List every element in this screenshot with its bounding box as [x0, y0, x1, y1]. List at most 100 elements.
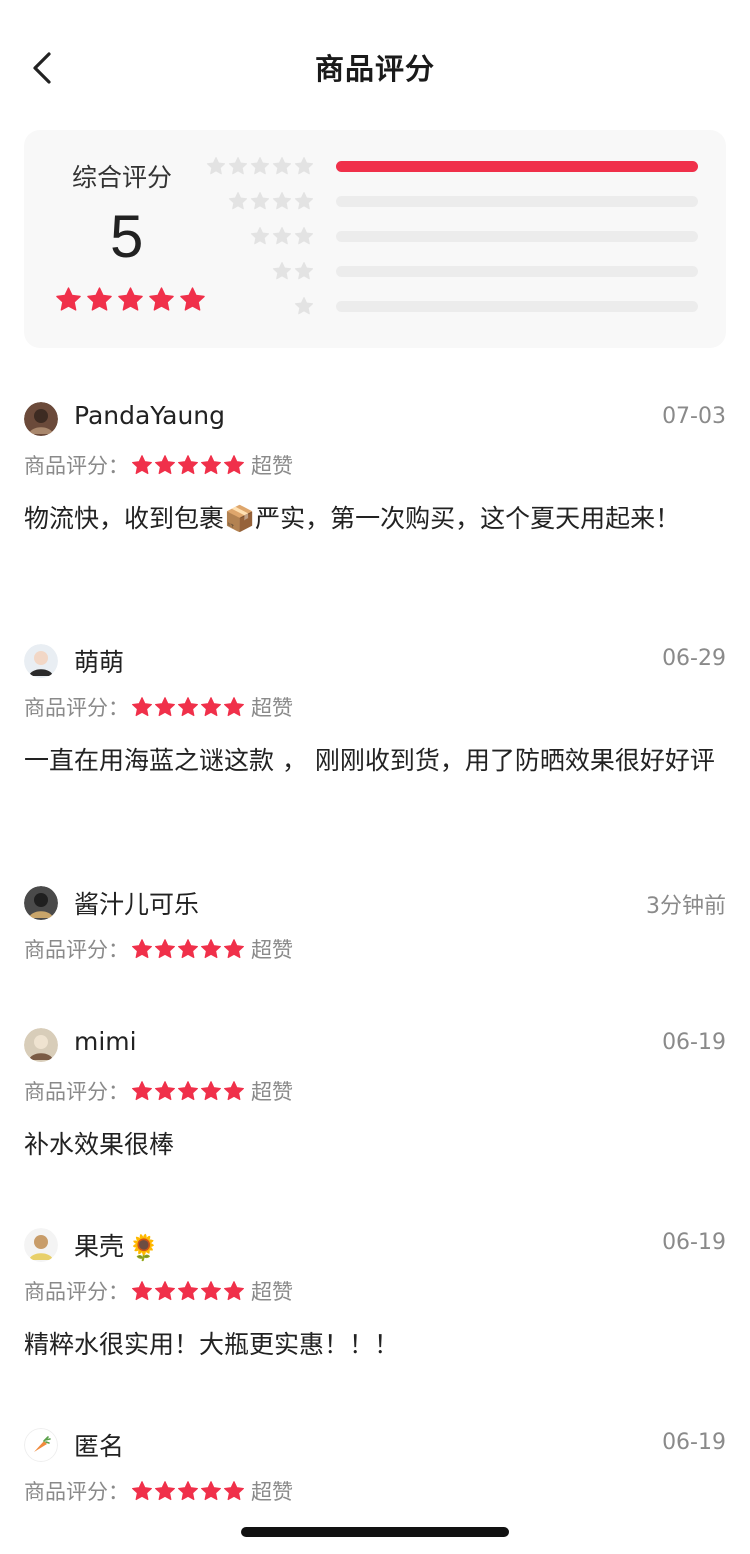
- overall-rating-label: 综合评分: [72, 163, 173, 192]
- star-icon: [272, 262, 292, 280]
- username-text: 匿名: [74, 1432, 125, 1461]
- review-text: 物流快，收到包裹📦严实，第一次购买，这个夏天用起来！: [24, 504, 681, 533]
- username[interactable]: PandaYaung: [74, 401, 225, 430]
- rating-word: 超赞: [251, 1280, 293, 1304]
- rating-label: 商品评分：: [24, 1080, 129, 1104]
- avatar[interactable]: [24, 1028, 58, 1062]
- star-icon: [132, 455, 152, 475]
- review-date: 06-29: [662, 646, 726, 671]
- star-icon: [155, 939, 175, 959]
- distribution-row-5-star: [204, 156, 704, 180]
- star-icon: [155, 697, 175, 717]
- review-rating: 商品评分： 超赞: [24, 1276, 293, 1306]
- star-icon: [201, 939, 221, 959]
- review-stars: [131, 696, 245, 718]
- rating-word: 超赞: [251, 938, 293, 962]
- avatar[interactable]: [24, 402, 58, 436]
- username[interactable]: 酱汁儿可乐: [74, 885, 199, 921]
- avatar[interactable]: [24, 1428, 58, 1462]
- star-icon: [272, 227, 292, 245]
- star-icon: [132, 1081, 152, 1101]
- star-icon: [201, 1081, 221, 1101]
- star-icon: [178, 1481, 198, 1501]
- review-stars: [131, 938, 245, 960]
- review-text: 精粹水很实用！大瓶更实惠！！！: [24, 1330, 400, 1359]
- star-icon: [180, 287, 205, 311]
- username[interactable]: 萌萌: [74, 643, 124, 679]
- rating-label: 商品评分：: [24, 454, 129, 478]
- avatar-photo-icon: [24, 1228, 58, 1262]
- distribution-bar-track: [336, 301, 698, 312]
- avatar[interactable]: [24, 1228, 58, 1262]
- rating-label: 商品评分：: [24, 696, 129, 720]
- distribution-bar-track: [336, 266, 698, 277]
- review-rating: 商品评分： 超赞: [24, 450, 293, 480]
- star-icon: [224, 697, 244, 717]
- rating-label: 商品评分：: [24, 938, 129, 962]
- star-icon: [132, 1481, 152, 1501]
- star-icon: [224, 1481, 244, 1501]
- star-icon: [87, 287, 112, 311]
- review-rating: 商品评分： 超赞: [24, 934, 293, 964]
- page-title: 商品评分: [314, 52, 435, 86]
- star-icon: [272, 192, 292, 210]
- avatar-photo-icon: [24, 402, 58, 436]
- avatar[interactable]: [24, 886, 58, 920]
- star-icon: [132, 939, 152, 959]
- star-icon: [149, 287, 174, 311]
- username[interactable]: 匿名: [74, 1427, 124, 1463]
- review-rating: 商品评分： 超赞: [24, 692, 293, 722]
- review-date: 06-19: [662, 1030, 726, 1055]
- star-icon: [178, 455, 198, 475]
- distribution-row-4-star: [204, 191, 704, 215]
- distribution-bar-track: [336, 161, 698, 172]
- sunflower-icon: 🌻: [128, 1233, 160, 1262]
- rating-summary-card: 综合评分 5: [24, 130, 726, 348]
- star-icon: [56, 287, 81, 311]
- star-icon: [201, 1281, 221, 1301]
- star-icon: [132, 697, 152, 717]
- star-icon: [178, 697, 198, 717]
- distribution-bar-fill: [336, 161, 698, 172]
- rating-word: 超赞: [251, 696, 293, 720]
- star-icon: [201, 455, 221, 475]
- username-text: 酱汁儿可乐: [74, 890, 200, 919]
- username-text: PandaYaung: [74, 401, 226, 430]
- distribution-stars: [294, 296, 314, 316]
- star-icon: [228, 157, 248, 175]
- avatar-photo-icon: [24, 1028, 58, 1062]
- star-icon: [118, 287, 143, 311]
- review-text: 一直在用海蓝之谜这款 ， 刚刚收到货，用了防晒效果很好好评: [24, 746, 715, 775]
- star-icon: [155, 1081, 175, 1101]
- distribution-row-2-star: [204, 261, 704, 285]
- distribution-stars: [272, 261, 314, 281]
- star-icon: [294, 227, 314, 245]
- star-icon: [224, 455, 244, 475]
- review-stars: [131, 1080, 245, 1102]
- rating-word: 超赞: [251, 454, 293, 478]
- review-rating: 商品评分： 超赞: [24, 1476, 293, 1506]
- avatar[interactable]: [24, 644, 58, 678]
- star-icon: [178, 939, 198, 959]
- star-icon: [155, 455, 175, 475]
- distribution-row-3-star: [204, 226, 704, 250]
- username[interactable]: 果壳 🌻: [74, 1227, 159, 1263]
- username[interactable]: mimi: [74, 1027, 137, 1056]
- star-icon: [155, 1481, 175, 1501]
- review-date: 06-19: [662, 1230, 726, 1255]
- distribution-stars: [206, 156, 314, 176]
- review-date: 3分钟前: [646, 894, 726, 919]
- username-text: mimi: [74, 1027, 137, 1056]
- star-icon: [224, 939, 244, 959]
- overall-rating-score: 5: [110, 203, 144, 270]
- distribution-bar-track: [336, 231, 698, 242]
- star-icon: [155, 1281, 175, 1301]
- star-icon: [206, 157, 226, 175]
- star-icon: [294, 192, 314, 210]
- page-header: 商品评分: [0, 0, 750, 136]
- review-stars: [131, 1280, 245, 1302]
- star-icon: [178, 1081, 198, 1101]
- distribution-bar-track: [336, 196, 698, 207]
- star-icon: [228, 192, 248, 210]
- star-icon: [272, 157, 292, 175]
